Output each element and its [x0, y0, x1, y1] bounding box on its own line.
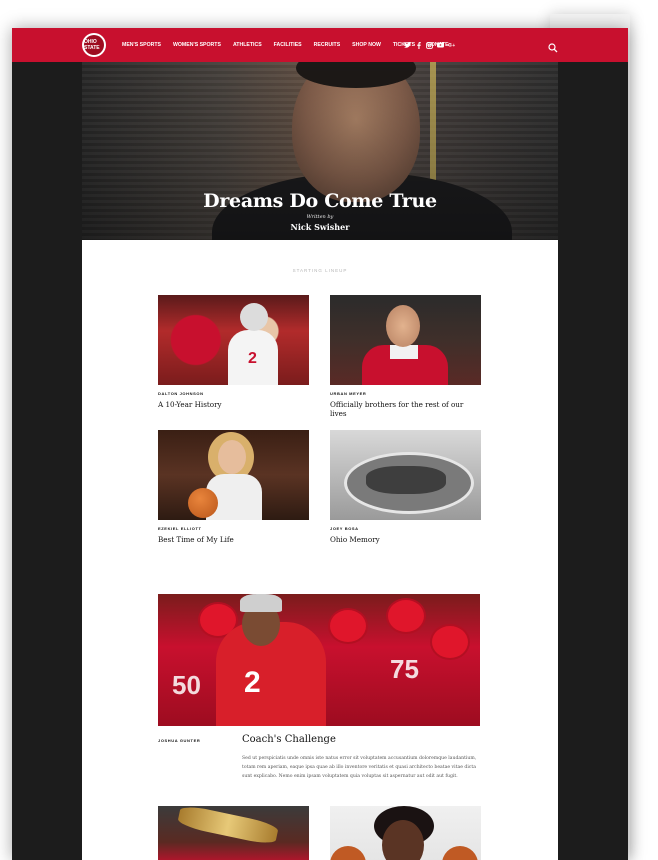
story-image-cheerleader[interactable] — [330, 806, 481, 860]
stadium-field — [366, 466, 446, 494]
jersey-number: 75 — [390, 654, 419, 684]
hero-carousel[interactable]: Dreams Do Come True Written by Nick Swis… — [82, 62, 558, 240]
top-navigation: OHIO STATE MEN'S SPORTS WOMEN'S SPORTS A… — [12, 28, 628, 62]
search-icon[interactable] — [548, 40, 558, 53]
story-author: EZEKIEL ELLIOTT — [158, 526, 202, 531]
browser-frame: OHIO STATE MEN'S SPORTS WOMEN'S SPORTS A… — [12, 28, 628, 860]
instagram-icon[interactable] — [426, 41, 433, 49]
story-image-coach[interactable] — [330, 295, 481, 385]
story-author: DALTON JOHNSON — [158, 391, 204, 396]
story-card[interactable]: JOEY BOSA Ohio Memory — [330, 430, 481, 544]
feature-player-cap — [240, 594, 282, 612]
trophy — [176, 806, 280, 847]
story-author: URBAN MEYER — [330, 391, 367, 396]
story-title[interactable]: Best Time of My Life — [158, 535, 309, 544]
story-card[interactable]: URBAN MEYER Officially brothers for the … — [330, 295, 481, 418]
helmet — [386, 598, 426, 634]
story-title[interactable]: Ohio Memory — [330, 535, 481, 544]
story-card[interactable]: EZEKIEL ELLIOTT Best Time of My Life — [158, 430, 309, 544]
player-face — [218, 440, 246, 474]
story-image-trophy[interactable] — [158, 806, 309, 860]
story-title[interactable]: A 10-Year History — [158, 400, 309, 409]
menu-item-womens-sports[interactable]: WOMEN'S SPORTS — [173, 42, 221, 48]
story-card[interactable]: 2 DALTON JOHNSON A 10-Year History — [158, 295, 309, 409]
player-number: 2 — [248, 350, 257, 367]
hero-author[interactable]: Nick Swisher — [82, 222, 558, 232]
basketball — [330, 846, 366, 860]
story-author: JOEY BOSA — [330, 526, 359, 531]
menu-item-facilities[interactable]: FACILITIES — [274, 42, 302, 48]
menu-item-recruits[interactable]: RECRUITS — [314, 42, 341, 48]
feature-player-number: 2 — [244, 666, 261, 699]
coach-collar — [390, 345, 418, 359]
facebook-icon[interactable] — [415, 41, 422, 49]
logo-mark: OHIO STATE — [84, 35, 104, 55]
player-helmet — [240, 303, 268, 331]
basketball — [188, 488, 218, 518]
jersey-number: 50 — [172, 670, 201, 700]
helmet — [328, 608, 368, 644]
story-image-stadium[interactable] — [330, 430, 481, 520]
feature-story[interactable]: 50 75 2 JOSHUA GUNTER Coach's Challenge … — [158, 594, 480, 779]
google-plus-icon[interactable]: G+ — [448, 42, 455, 49]
hero-written-by: Written by — [306, 214, 334, 220]
hero-title[interactable]: Dreams Do Come True — [82, 190, 558, 212]
menu-item-athletics[interactable]: ATHLETICS — [233, 42, 262, 48]
youtube-icon[interactable] — [437, 42, 444, 49]
ohio-state-logo[interactable]: OHIO STATE — [82, 33, 106, 57]
section-label: STARTING LINEUP — [292, 268, 348, 273]
svg-text:G+: G+ — [448, 43, 455, 48]
social-links: G+ — [404, 28, 459, 62]
story-image-football-player[interactable]: 2 — [158, 295, 309, 385]
main-content: STARTING LINEUP 2 DALTON JOHNSON A 10-Ye… — [82, 240, 558, 860]
feature-title[interactable]: Coach's Challenge — [242, 734, 336, 745]
story-image-basketball-player[interactable] — [158, 430, 309, 520]
feature-body: Sed ut perspiciatis unde omnis iste natu… — [242, 756, 477, 779]
twitter-icon[interactable] — [404, 42, 411, 49]
coach-face — [386, 305, 420, 347]
story-title[interactable]: Officially brothers for the rest of our … — [330, 400, 481, 418]
feature-image-football-team[interactable]: 50 75 2 — [158, 594, 480, 726]
feature-author: JOSHUA GUNTER — [158, 738, 201, 743]
basketball — [442, 846, 478, 860]
menu-item-shop-now[interactable]: SHOP NOW — [352, 42, 381, 48]
menu-item-mens-sports[interactable]: MEN'S SPORTS — [122, 42, 161, 48]
helmet — [430, 624, 470, 660]
